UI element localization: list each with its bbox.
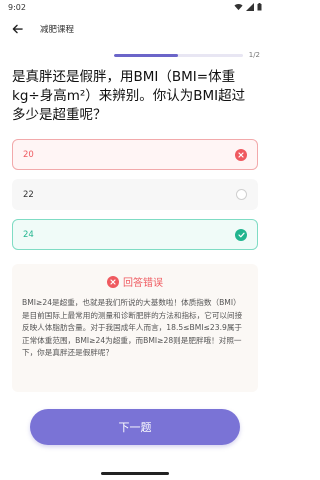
option-correct[interactable]: 24 — [12, 219, 258, 250]
option-unselected[interactable]: 22 — [12, 179, 258, 210]
radio-empty-icon — [236, 189, 247, 200]
next-question-button[interactable]: 下一题 — [30, 409, 240, 445]
status-icons — [234, 3, 262, 11]
wrong-x-icon — [107, 275, 119, 288]
explanation-text: BMI≥24是超重，也就是我们所说的大基数啦！体质指数（BMI）是目前国际上最常… — [22, 298, 243, 358]
option-wrong[interactable]: 20 — [12, 139, 258, 170]
status-bar: 9:02 — [0, 0, 270, 14]
status-time: 9:02 — [8, 2, 26, 12]
back-button[interactable] — [10, 22, 24, 36]
progress-row: 1/2 — [0, 44, 270, 66]
progress-text: 1/2 — [248, 51, 260, 59]
check-icon — [235, 228, 247, 241]
home-indicator — [101, 472, 169, 475]
progress-fill — [114, 53, 179, 57]
option-label: 24 — [23, 229, 34, 240]
option-label: 22 — [23, 189, 34, 200]
result-header: 回答错误 — [22, 274, 248, 289]
question-text: 是真胖还是假胖，用BMI（BMI=体重kg÷身高m²）来辨别。你认为BMI超过多… — [12, 69, 246, 123]
page-title: 减肥课程 — [40, 25, 75, 35]
wrong-x-icon — [235, 148, 247, 161]
result-card: 回答错误 BMI≥24是超重，也就是我们所说的大基数啦！体质指数（BMI）是目前… — [12, 264, 258, 392]
back-arrow-icon — [12, 24, 23, 34]
progress-bar — [114, 53, 243, 57]
answer-options: 20 22 24 — [0, 139, 270, 250]
battery-icon — [257, 3, 262, 11]
signal-icon — [246, 3, 254, 11]
option-label: 20 — [23, 149, 34, 160]
result-title: 回答错误 — [123, 278, 163, 289]
wifi-icon — [234, 4, 243, 11]
app-bar: 减肥课程 — [0, 14, 270, 44]
